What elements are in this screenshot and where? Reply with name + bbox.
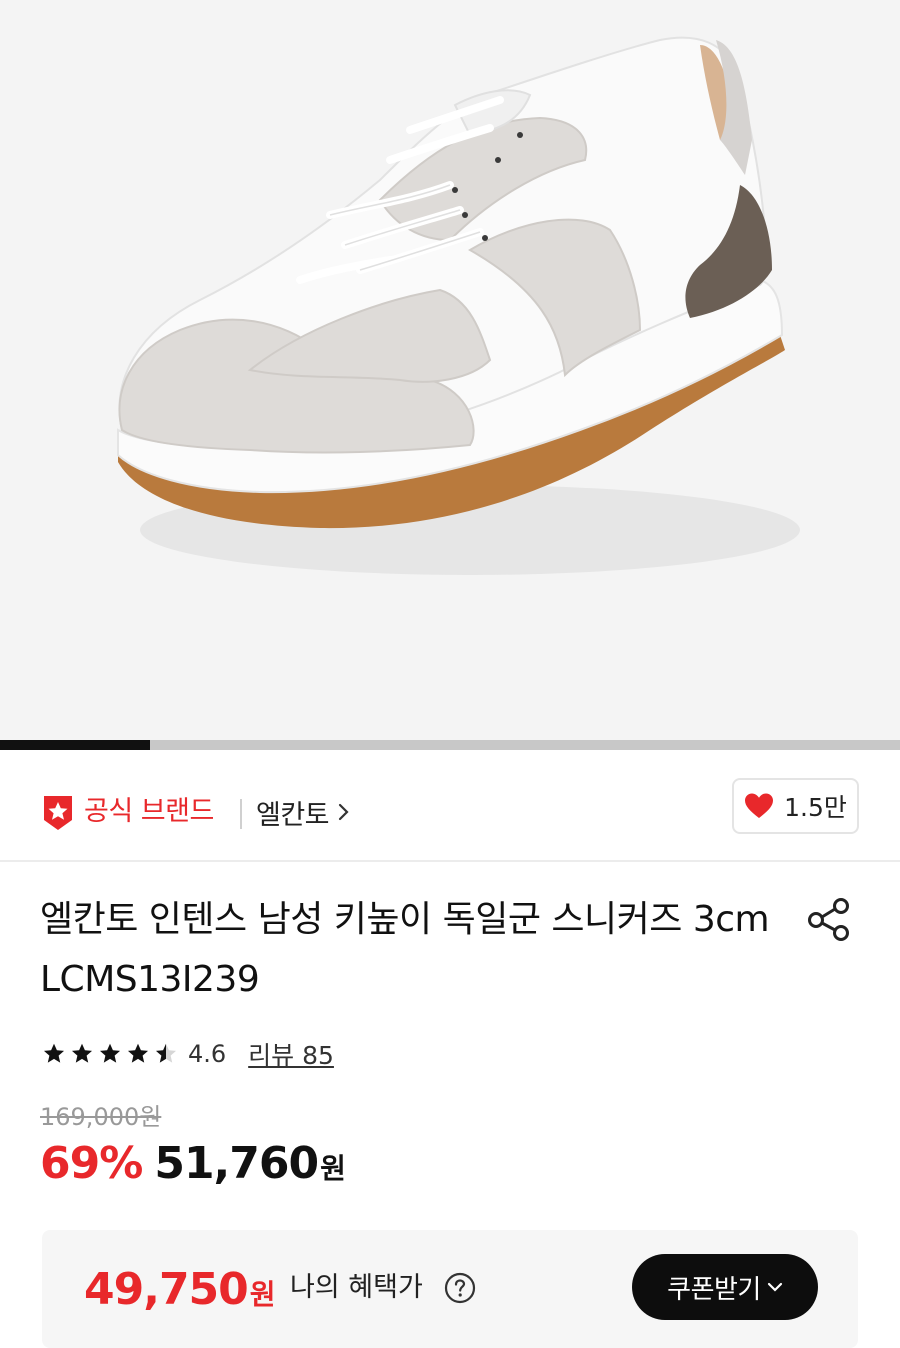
benefit-amount: 49,750 [84,1264,249,1315]
benefit-unit: 원 [249,1278,276,1311]
star-icon [156,1043,176,1063]
like-count: 1.5만 [784,793,847,822]
benefit-label: 나의 혜택가 [290,1272,423,1303]
chevron-down-icon [767,1282,782,1292]
heart-icon [745,793,774,818]
sneaker-image [117,36,800,575]
star-icon [128,1043,148,1063]
gallery-progress-fill [0,740,151,750]
benefit-price: 49,750 원 [84,1264,276,1315]
original-price: 169,000원 [40,1103,162,1131]
brand-row: 공식 브랜드 엘칸토 1.5만 [0,750,900,862]
benefit-price-box: 49,750 원 나의 혜택가 쿠폰받기 [42,1230,858,1348]
sale-price-unit: 원 [320,1152,346,1185]
product-image-gallery[interactable] [0,0,900,740]
coupon-button-label: 쿠폰받기 [667,1274,761,1305]
share-icon[interactable] [804,896,854,942]
product-title: 엘칸토 인텐스 남성 키높이 독일군 스니커즈 3cm LCMS13I239 [40,899,770,1000]
like-button[interactable]: 1.5만 [732,778,859,834]
brand-name: 엘칸토 [256,799,330,831]
star-icon [72,1043,92,1063]
price-row: 69% 51,760 원 [40,1138,346,1189]
star-icon [44,1043,64,1063]
sale-price: 51,760 [154,1138,319,1189]
chevron-right-icon [338,803,349,821]
official-brand-label: 공식 브랜드 [84,796,214,827]
brand-link[interactable]: 엘칸토 [256,794,351,831]
rating-row: 4.6 리뷰 85 [42,1036,334,1072]
official-brand-badge-icon [44,796,72,830]
help-icon[interactable] [444,1272,476,1304]
get-coupon-button[interactable]: 쿠폰받기 [632,1254,818,1320]
rating-score: 4.6 [188,1040,227,1068]
divider [240,799,242,829]
review-count-link[interactable]: 리뷰 85 [248,1036,334,1072]
star-icon [100,1043,120,1063]
gallery-progress-bar [0,740,900,750]
star-rating [42,1042,178,1066]
discount-rate: 69% [40,1138,143,1189]
